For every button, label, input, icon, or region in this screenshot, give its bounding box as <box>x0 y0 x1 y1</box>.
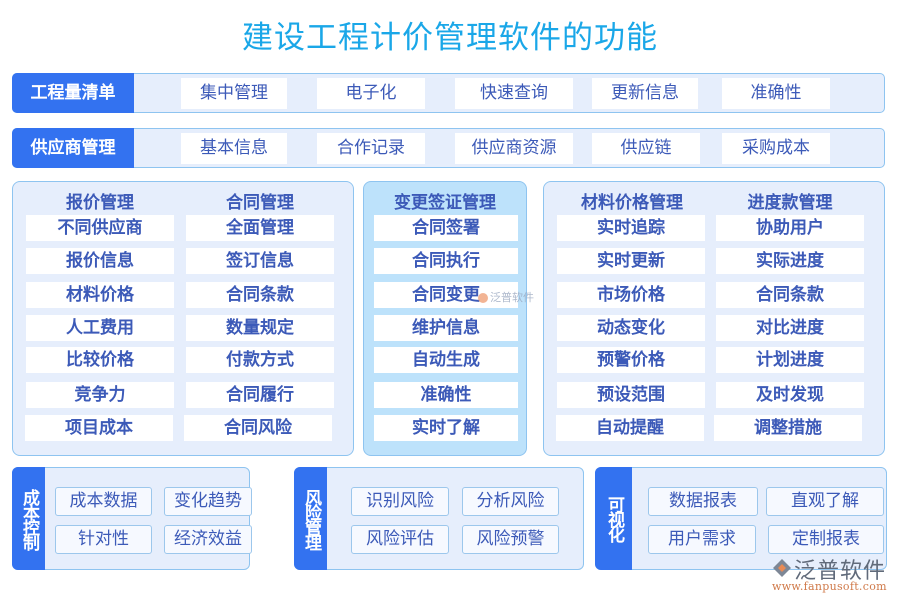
cost-control-item: 针对性 <box>55 525 152 554</box>
visualization-label: 可视化 <box>595 467 632 570</box>
progress-payment-item: 计划进度 <box>716 347 864 373</box>
column-title-progress-payment: 进度款管理 <box>747 193 833 213</box>
quote-item: 竞争力 <box>26 382 174 408</box>
contract-item: 签订信息 <box>186 248 334 274</box>
change-visa-item: 实时了解 <box>374 415 518 441</box>
panel-change-visa: 变更签证管理 合同签署 合同执行 合同变更 维护信息 自动生成 准确性 实时了解 <box>363 181 527 456</box>
row-item: 电子化 <box>317 78 425 109</box>
row-item: 更新信息 <box>592 78 698 109</box>
cost-control-item: 成本数据 <box>55 487 152 516</box>
quote-item: 比较价格 <box>26 347 174 373</box>
watermark-center: 泛普软件 <box>478 289 534 305</box>
brand-url: www.fanpusoft.com <box>772 580 887 593</box>
cost-control-item: 经济效益 <box>164 525 252 554</box>
watermark-logo-icon <box>478 293 488 303</box>
column-title-contract: 合同管理 <box>226 193 294 213</box>
panel-material-progress: 材料价格管理 进度款管理 实时追踪 实时更新 市场价格 动态变化 预警价格 预设… <box>543 181 885 456</box>
row-item: 采购成本 <box>722 133 830 164</box>
risk-management-item: 风险评估 <box>351 525 449 554</box>
risk-management-item: 风险预警 <box>462 525 559 554</box>
risk-management-label: 风险管理 <box>294 467 327 570</box>
row-item: 基本信息 <box>181 133 287 164</box>
change-visa-item: 合同签署 <box>374 215 518 241</box>
progress-payment-item: 对比进度 <box>716 315 864 341</box>
material-price-item: 预警价格 <box>557 347 705 373</box>
material-price-item: 实时更新 <box>557 248 705 274</box>
progress-payment-item: 协助用户 <box>716 215 864 241</box>
row-supplier-management: 供应商管理 基本信息 合作记录 供应商资源 供应链 采购成本 <box>12 128 885 168</box>
visualization-item: 定制报表 <box>768 525 884 554</box>
column-title-material-price: 材料价格管理 <box>581 193 683 213</box>
quote-item: 项目成本 <box>25 415 173 441</box>
material-price-item: 市场价格 <box>557 282 705 308</box>
contract-item: 全面管理 <box>186 215 334 241</box>
visualization-item: 直观了解 <box>766 487 884 516</box>
material-price-item: 实时追踪 <box>557 215 705 241</box>
quote-item: 不同供应商 <box>26 215 174 241</box>
row-label: 工程量清单 <box>12 73 134 113</box>
row-item: 快速查询 <box>455 78 573 109</box>
contract-item: 付款方式 <box>186 347 334 373</box>
contract-item: 合同风险 <box>184 415 332 441</box>
change-visa-item: 自动生成 <box>374 347 518 373</box>
visualization-item: 用户需求 <box>648 525 756 554</box>
change-visa-item: 准确性 <box>374 382 518 408</box>
risk-management-item: 分析风险 <box>462 487 559 516</box>
row-item: 准确性 <box>722 78 830 109</box>
row-item: 供应商资源 <box>455 133 573 164</box>
progress-payment-item: 合同条款 <box>716 282 864 308</box>
progress-payment-item: 调整措施 <box>714 415 862 441</box>
row-label: 供应商管理 <box>12 128 134 168</box>
brand-logo-icon <box>773 559 791 577</box>
contract-item: 合同条款 <box>186 282 334 308</box>
visualization-item: 数据报表 <box>648 487 758 516</box>
material-price-item: 预设范围 <box>557 382 705 408</box>
quote-item: 人工费用 <box>26 315 174 341</box>
watermark-text: 泛普软件 <box>490 291 534 304</box>
column-title-change-visa: 变更签证管理 <box>394 193 496 213</box>
panel-cost-control: 成本控制 成本数据 变化趋势 针对性 经济效益 <box>12 467 252 570</box>
column-title-quote: 报价管理 <box>66 193 134 213</box>
page-title: 建设工程计价管理软件的功能 <box>242 20 658 56</box>
progress-payment-item: 实际进度 <box>716 248 864 274</box>
material-price-item: 动态变化 <box>557 315 705 341</box>
brand-logo: 泛普软件 www.fanpusoft.com <box>772 555 897 595</box>
material-price-item: 自动提醒 <box>556 415 704 441</box>
panel-quote-contract: 报价管理 合同管理 不同供应商 报价信息 材料价格 人工费用 比较价格 竞争力 … <box>12 181 354 456</box>
row-item: 供应链 <box>592 133 700 164</box>
cost-control-label: 成本控制 <box>12 467 45 570</box>
contract-item: 合同履行 <box>186 382 334 408</box>
cost-control-item: 变化趋势 <box>164 487 252 516</box>
contract-item: 数量规定 <box>186 315 334 341</box>
progress-payment-item: 及时发现 <box>716 382 864 408</box>
change-visa-item: 合同执行 <box>374 248 518 274</box>
change-visa-item: 维护信息 <box>374 315 518 341</box>
risk-management-item: 识别风险 <box>351 487 449 516</box>
quote-item: 报价信息 <box>26 248 174 274</box>
panel-risk-management: 风险管理 识别风险 分析风险 风险评估 风险预警 <box>294 467 584 570</box>
row-item: 合作记录 <box>317 133 425 164</box>
row-bill-of-quantities: 工程量清单 集中管理 电子化 快速查询 更新信息 准确性 <box>12 73 885 113</box>
quote-item: 材料价格 <box>26 282 174 308</box>
row-item: 集中管理 <box>181 78 287 109</box>
